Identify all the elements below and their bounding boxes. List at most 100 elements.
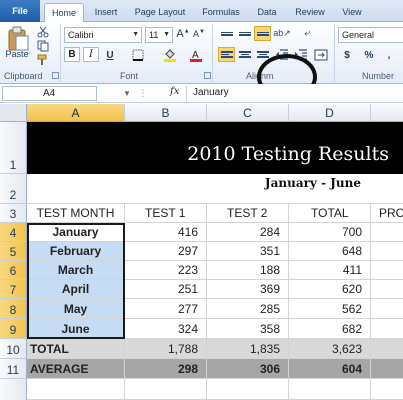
decrease-font-button[interactable]: A▼ [192, 26, 206, 42]
percent-style-button[interactable]: % [362, 48, 376, 62]
value-cell[interactable]: 277 [125, 299, 207, 319]
column-header-d[interactable]: D [289, 104, 371, 122]
value-cell[interactable]: 251 [125, 280, 207, 299]
italic-button[interactable]: I [83, 47, 99, 62]
formula-bar-handle[interactable]: ⋮ [138, 87, 148, 99]
empty-cell[interactable] [371, 242, 403, 261]
formula-input[interactable]: January [186, 86, 403, 101]
average-label-cell[interactable]: AVERAGE [27, 359, 125, 379]
insert-function-button[interactable]: fx [170, 86, 179, 97]
row-header-11[interactable]: 11 [0, 359, 27, 379]
merge-center-button[interactable] [312, 47, 330, 62]
row-header-6[interactable]: 6 [0, 261, 27, 280]
empty-cell[interactable] [125, 379, 207, 400]
underline-button[interactable]: U [102, 48, 118, 62]
value-cell[interactable]: 297 [125, 242, 207, 261]
value-cell[interactable]: 369 [207, 280, 289, 299]
select-all-button[interactable] [0, 104, 27, 122]
total-label-cell[interactable]: TOTAL [27, 339, 125, 359]
month-cell[interactable]: February [27, 242, 125, 261]
name-box-dropdown[interactable]: ▼ [122, 87, 132, 99]
value-cell[interactable]: 284 [207, 223, 289, 242]
row-header-10[interactable]: 10 [0, 339, 27, 359]
tab-data[interactable]: Data [252, 3, 282, 22]
average-empty-cell[interactable] [371, 359, 403, 379]
tab-formulas[interactable]: Formulas [196, 3, 246, 22]
value-cell[interactable]: 223 [125, 261, 207, 280]
row-header-8[interactable]: 8 [0, 299, 27, 319]
number-format-select[interactable]: General [338, 27, 403, 43]
month-cell[interactable]: May [27, 299, 125, 319]
fill-color-button[interactable] [160, 48, 180, 62]
value-cell[interactable]: 700 [289, 223, 371, 242]
month-cell[interactable]: March [27, 261, 125, 280]
clipboard-launcher-icon[interactable] [52, 72, 59, 79]
empty-cell[interactable] [27, 379, 125, 400]
row-header-7[interactable]: 7 [0, 280, 27, 299]
column-header-c[interactable]: C [207, 104, 289, 122]
value-cell[interactable]: 188 [207, 261, 289, 280]
tab-file[interactable]: File [0, 0, 40, 22]
comma-style-button[interactable]: , [382, 48, 396, 62]
tab-insert[interactable]: Insert [88, 3, 124, 22]
empty-cell[interactable] [371, 223, 403, 242]
empty-cell[interactable] [207, 379, 289, 400]
tab-review[interactable]: Review [290, 3, 330, 22]
total-value-cell[interactable]: 1,835 [207, 339, 289, 359]
value-cell[interactable]: 324 [125, 319, 207, 339]
value-cell[interactable]: 351 [207, 242, 289, 261]
row-header-2[interactable]: 2 [0, 174, 27, 204]
value-cell[interactable]: 358 [207, 319, 289, 339]
month-cell[interactable]: April [27, 280, 125, 299]
value-cell[interactable]: 411 [289, 261, 371, 280]
font-launcher-icon[interactable] [204, 72, 211, 79]
header-cell[interactable]: TEST 1 [125, 204, 207, 223]
bottom-align-button[interactable] [254, 26, 271, 41]
name-box[interactable]: A4 [2, 86, 97, 101]
tab-home[interactable]: Home [44, 3, 84, 23]
empty-cell[interactable] [371, 379, 403, 400]
average-value-cell[interactable]: 306 [207, 359, 289, 379]
value-cell[interactable]: 416 [125, 223, 207, 242]
empty-cell[interactable] [371, 280, 403, 299]
header-cell[interactable]: TOTAL [289, 204, 371, 223]
paste-label[interactable]: Paste [2, 48, 32, 60]
row-header-5[interactable]: 5 [0, 242, 27, 261]
font-name-select[interactable]: Calibri ▼ [64, 27, 142, 43]
tab-page-layout[interactable]: Page Layout [130, 3, 190, 22]
bold-button[interactable]: B [64, 47, 80, 62]
font-color-button[interactable]: A [186, 48, 206, 62]
empty-cell[interactable] [371, 299, 403, 319]
top-align-button[interactable] [218, 26, 235, 41]
value-cell[interactable]: 648 [289, 242, 371, 261]
row-header-4[interactable]: 4 [0, 223, 27, 242]
accounting-format-button[interactable]: $ [338, 48, 356, 62]
align-left-button[interactable] [218, 47, 235, 62]
orientation-button[interactable]: ab↗ [273, 26, 291, 40]
average-value-cell[interactable]: 604 [289, 359, 371, 379]
empty-cell[interactable] [289, 379, 371, 400]
total-empty-cell[interactable] [371, 339, 403, 359]
tab-view[interactable]: View [336, 3, 368, 22]
row-header-12[interactable] [0, 379, 27, 400]
cut-button[interactable] [36, 26, 50, 38]
wrap-text-button[interactable]: ⤶ [300, 26, 314, 40]
column-header-b[interactable]: B [125, 104, 207, 122]
empty-cell[interactable] [371, 261, 403, 280]
value-cell[interactable]: 562 [289, 299, 371, 319]
header-cell[interactable]: TEST 2 [207, 204, 289, 223]
column-header-a[interactable]: A [27, 104, 125, 122]
header-cell[interactable]: TEST MONTH [27, 204, 125, 223]
total-value-cell[interactable]: 1,788 [125, 339, 207, 359]
borders-button[interactable] [128, 48, 148, 62]
value-cell[interactable]: 285 [207, 299, 289, 319]
average-value-cell[interactable]: 298 [125, 359, 207, 379]
month-cell[interactable]: January [27, 223, 125, 242]
row-header-9[interactable]: 9 [0, 319, 27, 339]
value-cell[interactable]: 682 [289, 319, 371, 339]
row-header-1[interactable]: 1 [0, 122, 27, 174]
column-header-e[interactable] [371, 104, 403, 122]
value-cell[interactable]: 620 [289, 280, 371, 299]
empty-cell[interactable] [371, 319, 403, 339]
header-cell[interactable]: PRO [371, 204, 403, 223]
